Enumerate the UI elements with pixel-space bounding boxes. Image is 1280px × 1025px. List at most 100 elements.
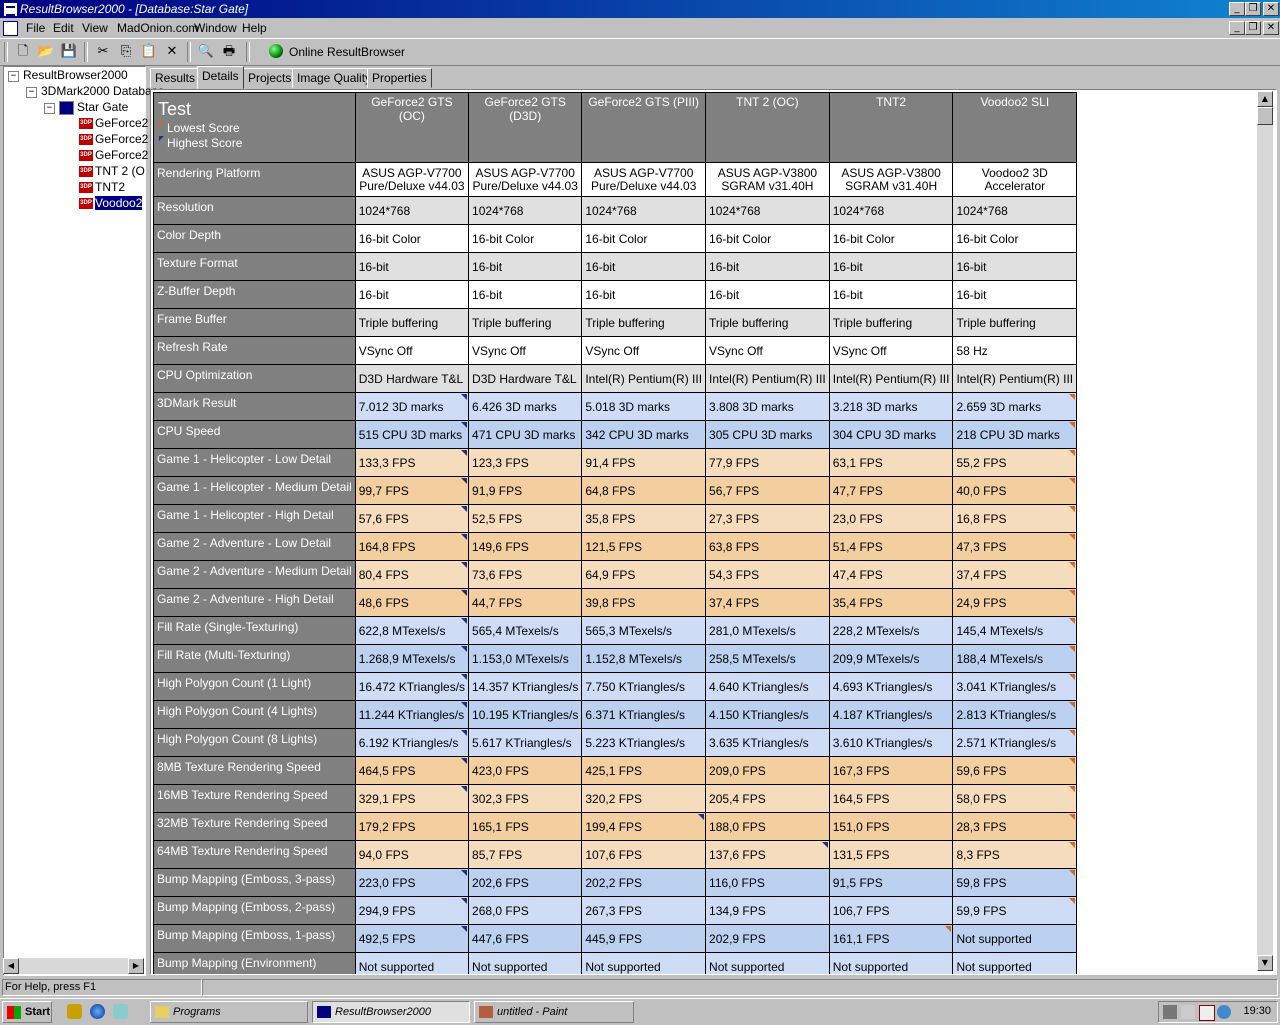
tree-result-item[interactable]: 3DP GeForce2	[79, 147, 148, 163]
grid-cell[interactable]: 223,0 FPS	[354, 868, 470, 897]
grid-cell[interactable]: 1024*768	[581, 196, 707, 225]
grid-cell[interactable]: 1.268,9 MTexels/s	[354, 644, 470, 673]
grid-cell[interactable]: 16,8 FPS	[952, 504, 1078, 533]
grid-cell[interactable]: 11.244 KTriangles/s	[354, 700, 470, 729]
grid-cell[interactable]: 63,8 FPS	[705, 532, 830, 561]
grid-cell[interactable]: Not supported	[952, 952, 1078, 974]
grid-cell[interactable]: 2.659 3D marks	[952, 392, 1078, 421]
grid-cell[interactable]: 5.223 KTriangles/s	[581, 728, 707, 757]
tree-collapse-db[interactable]: −	[26, 87, 37, 98]
doc-restore-button[interactable]: ❐	[1245, 21, 1261, 35]
taskbar-button-programs[interactable]: Programs	[150, 1001, 308, 1023]
grid-cell[interactable]: 55,2 FPS	[952, 448, 1078, 477]
tree-result-item[interactable]: 3DP GeForce2	[79, 131, 148, 147]
internet-explorer-icon[interactable]	[90, 1004, 105, 1019]
grid-cell[interactable]: 423,0 FPS	[468, 756, 583, 785]
platform-cell[interactable]: ASUS AGP-V7700 Pure/Deluxe v44.03	[468, 162, 583, 197]
tree-collapse-root[interactable]: −	[8, 71, 19, 82]
grid-cell[interactable]: 218 CPU 3D marks	[952, 420, 1078, 449]
grid-cell[interactable]: 425,1 FPS	[581, 756, 707, 785]
grid-cell[interactable]: 268,0 FPS	[468, 896, 583, 925]
column-header[interactable]: GeForce2 GTS (OC)	[354, 92, 470, 163]
grid-cell[interactable]: 3.610 KTriangles/s	[828, 728, 954, 757]
grid-cell[interactable]: 24,9 FPS	[952, 588, 1078, 617]
column-header[interactable]: TNT2	[828, 92, 954, 163]
grid-cell[interactable]: Intel(R) Pentium(R) III	[705, 364, 830, 393]
tree-project[interactable]: Star Gate	[59, 99, 128, 115]
grid-cell[interactable]: 16-bit	[354, 280, 470, 309]
delete-icon[interactable]: ✕	[162, 42, 182, 62]
grid-cell[interactable]: 565,4 MTexels/s	[468, 616, 583, 645]
grid-cell[interactable]: D3D Hardware T&L	[354, 364, 470, 393]
grid-cell[interactable]: 6.192 KTriangles/s	[354, 728, 470, 757]
grid-cell[interactable]: 47,4 FPS	[828, 560, 954, 589]
tree-horizontal-scrollbar[interactable]: ◀ ▶	[3, 958, 144, 974]
grid-cell[interactable]: 16-bit	[705, 252, 830, 281]
grid-cell[interactable]: 329,1 FPS	[354, 784, 470, 813]
grid-cell[interactable]: 16-bit Color	[705, 224, 830, 253]
grid-cell[interactable]: 179,2 FPS	[354, 812, 470, 841]
menu-window[interactable]: Window	[194, 21, 237, 35]
grid-cell[interactable]: 4.150 KTriangles/s	[705, 700, 830, 729]
show-desktop-icon[interactable]	[113, 1004, 128, 1019]
menu-help[interactable]: Help	[242, 21, 267, 35]
grid-cell[interactable]: 16-bit Color	[952, 224, 1078, 253]
grid-cell[interactable]: Triple buffering	[828, 308, 954, 337]
grid-cell[interactable]: 91,4 FPS	[581, 448, 707, 477]
column-header[interactable]: GeForce2 GTS (D3D)	[468, 92, 583, 163]
grid-cell[interactable]: 205,4 FPS	[705, 784, 830, 813]
grid-cell[interactable]: 37,4 FPS	[705, 588, 830, 617]
grid-cell[interactable]: 47,7 FPS	[828, 476, 954, 505]
project-tree[interactable]: − ResultBrowser2000 − 3DMark2000 Databas…	[3, 66, 164, 976]
grid-cell[interactable]: 622,8 MTexels/s	[354, 616, 470, 645]
grid-cell[interactable]: 14.357 KTriangles/s	[468, 672, 583, 701]
restore-button[interactable]: ❐	[1245, 2, 1261, 16]
grid-cell[interactable]: 1024*768	[468, 196, 583, 225]
tree-result-item[interactable]: 3DP GeForce2	[79, 115, 148, 131]
minimize-button[interactable]: _	[1229, 2, 1245, 16]
grid-cell[interactable]: 302,3 FPS	[468, 784, 583, 813]
grid-cell[interactable]: 48,6 FPS	[354, 588, 470, 617]
doc-minimize-button[interactable]: _	[1229, 21, 1245, 35]
grid-cell[interactable]: 39,8 FPS	[581, 588, 707, 617]
grid-cell[interactable]: 209,0 FPS	[705, 756, 830, 785]
grid-cell[interactable]: 202,9 FPS	[705, 924, 830, 953]
grid-cell[interactable]: VSync Off	[705, 336, 830, 365]
tree-result-item[interactable]: 3DP TNT2	[79, 179, 125, 195]
close-button[interactable]: ✕	[1263, 2, 1279, 16]
grid-cell[interactable]: 320,2 FPS	[581, 784, 707, 813]
quicklaunch-pen-icon[interactable]	[67, 1004, 82, 1019]
grid-cell[interactable]: 515 CPU 3D marks	[354, 420, 470, 449]
tab-properties[interactable]: Properties	[367, 68, 432, 88]
scroll-thumb[interactable]	[1257, 107, 1273, 125]
grid-cell[interactable]: 16-bit	[581, 252, 707, 281]
grid-cell[interactable]: 294,9 FPS	[354, 896, 470, 925]
grid-cell[interactable]: 52,5 FPS	[468, 504, 583, 533]
grid-cell[interactable]: 16-bit	[581, 280, 707, 309]
grid-cell[interactable]: 188,4 MTexels/s	[952, 644, 1078, 673]
grid-cell[interactable]: 4.640 KTriangles/s	[705, 672, 830, 701]
tray-network-icon[interactable]	[1217, 1005, 1231, 1019]
grid-cell[interactable]: 445,9 FPS	[581, 924, 707, 953]
grid-cell[interactable]: 165,1 FPS	[468, 812, 583, 841]
grid-cell[interactable]: 16-bit	[952, 280, 1078, 309]
print-icon[interactable]: 🖶	[219, 42, 239, 62]
grid-cell[interactable]: 99,7 FPS	[354, 476, 470, 505]
grid-cell[interactable]: 40,0 FPS	[952, 476, 1078, 505]
grid-cell[interactable]: 10.195 KTriangles/s	[468, 700, 583, 729]
grid-cell[interactable]: 565,3 MTexels/s	[581, 616, 707, 645]
grid-cell[interactable]: 123,3 FPS	[468, 448, 583, 477]
document-icon[interactable]	[3, 21, 18, 36]
grid-cell[interactable]: 16-bit	[354, 252, 470, 281]
grid-cell[interactable]: 258,5 MTexels/s	[705, 644, 830, 673]
details-grid-panel[interactable]: Test Lowest Score Highest Score GeForce2…	[150, 89, 1277, 975]
tab-details[interactable]: Details	[197, 66, 244, 89]
grid-cell[interactable]: Triple buffering	[354, 308, 470, 337]
tree-root[interactable]: ResultBrowser2000	[23, 67, 128, 83]
grid-cell[interactable]: 59,6 FPS	[952, 756, 1078, 785]
platform-cell[interactable]: Voodoo2 3D Accelerator	[952, 162, 1078, 197]
grid-cell[interactable]: Intel(R) Pentium(R) III	[828, 364, 954, 393]
grid-cell[interactable]: 1.152,8 MTexels/s	[581, 644, 707, 673]
grid-cell[interactable]: 2.571 KTriangles/s	[952, 728, 1078, 757]
grid-cell[interactable]: 91,9 FPS	[468, 476, 583, 505]
